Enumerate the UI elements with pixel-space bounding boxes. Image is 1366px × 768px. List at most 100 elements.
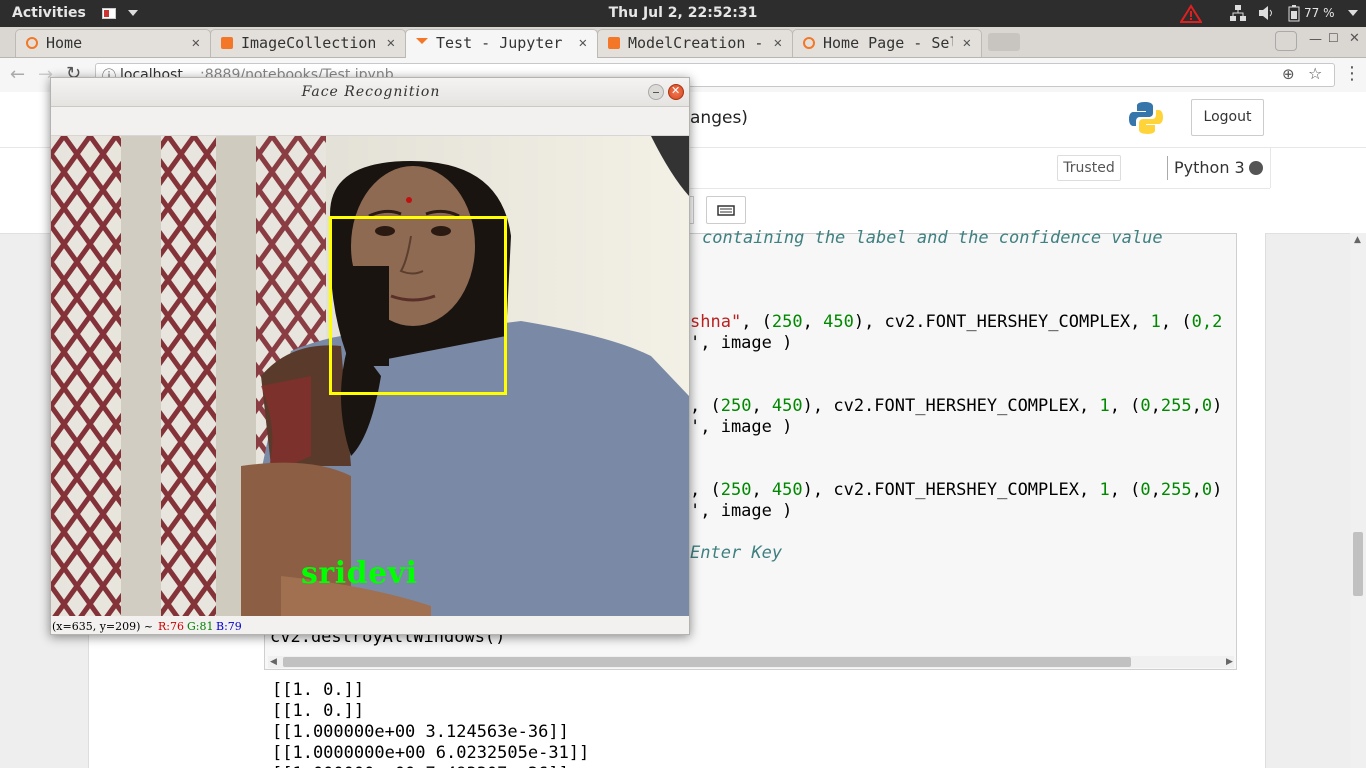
code-line[interactable]: ', image )	[690, 417, 792, 437]
code-token: , (	[741, 312, 772, 332]
tab-label: Home Page - Sel	[823, 34, 953, 52]
code-token: 1	[1150, 312, 1161, 332]
hourglass-icon	[416, 38, 428, 44]
code-line[interactable]: ', image )	[690, 333, 792, 353]
code-token: ,	[1150, 480, 1161, 500]
back-arrow-icon[interactable]: ←	[10, 64, 25, 85]
code-token: ), cv2.FONT_HERSHEY_COMPLEX,	[853, 312, 1151, 332]
zoom-icon[interactable]: ⊕	[1282, 65, 1295, 83]
notebook-icon	[608, 37, 620, 49]
kernel-busy-indicator-icon	[1249, 161, 1263, 175]
pixel-red: R:76	[158, 620, 184, 633]
close-window-icon[interactable]: ✕	[1349, 31, 1360, 46]
tab-label: ModelCreation -	[628, 34, 762, 52]
code-token: 1	[1099, 480, 1110, 500]
close-icon[interactable]: ✕	[387, 35, 395, 51]
code-token: )	[1212, 396, 1223, 416]
code-token: , (	[690, 480, 721, 500]
trusted-indicator[interactable]: Trusted	[1057, 155, 1121, 181]
network-icon[interactable]	[1229, 4, 1247, 22]
face-detection-box	[329, 216, 507, 395]
clock[interactable]: Thu Jul 2, 22:52:31	[0, 5, 1366, 21]
scroll-left-icon[interactable]: ◀	[270, 657, 277, 667]
tab-test-jupyter[interactable]: Test - Jupyter ✕	[405, 29, 598, 58]
code-token: 0	[1201, 480, 1213, 500]
window-title: Face Recognition	[301, 84, 441, 100]
code-token: ,	[1150, 396, 1161, 416]
gnome-top-bar: Activities Thu Jul 2, 22:52:31 77 %	[0, 0, 1366, 27]
tab-label: ImageCollection	[241, 34, 375, 52]
camera-frame[interactable]: sridevi	[51, 136, 689, 616]
jupyter-icon	[26, 37, 38, 49]
new-tab-button[interactable]	[988, 33, 1020, 51]
vertical-scrollbar[interactable]	[1350, 233, 1366, 768]
code-token: 255	[1160, 480, 1192, 500]
code-token: ,	[802, 312, 824, 332]
code-token: 0	[1201, 396, 1213, 416]
close-icon[interactable]: ✕	[192, 35, 200, 51]
code-token: )	[1212, 480, 1223, 500]
code-token: 1	[1099, 396, 1110, 416]
code-token: 450	[823, 312, 854, 332]
tab-imagecollection[interactable]: ImageCollection ✕	[210, 29, 406, 57]
close-icon[interactable]: ✕	[774, 35, 782, 51]
scroll-up-icon[interactable]: ▲	[1354, 235, 1361, 245]
close-icon[interactable]: ✕	[579, 35, 587, 51]
code-line[interactable]: , (250, 450), cv2.FONT_HERSHEY_COMPLEX, …	[690, 396, 1222, 416]
pixel-coords: (x=635, y=209) ~	[52, 620, 154, 633]
minimize-icon[interactable]	[648, 84, 664, 100]
profile-icon[interactable]	[1275, 31, 1297, 51]
battery-percent: 77 %	[1304, 6, 1335, 20]
tab-home[interactable]: Home ✕	[15, 29, 211, 57]
code-token: 250	[720, 480, 752, 500]
recognized-name-label: sridevi	[301, 556, 418, 591]
logout-button[interactable]: Logout	[1191, 99, 1264, 136]
minimize-icon[interactable]: —	[1309, 32, 1322, 47]
code-line[interactable]: containing the label and the confidence …	[702, 228, 1163, 248]
window-titlebar[interactable]: Face Recognition ✕	[51, 78, 689, 107]
close-icon[interactable]: ✕	[963, 35, 971, 51]
window-statusbar: (x=635, y=209) ~ R:76 G:81 B:79	[51, 618, 689, 635]
bookmark-star-icon[interactable]: ☆	[1308, 64, 1322, 83]
battery-icon[interactable]	[1288, 4, 1300, 22]
code-line[interactable]: Enter Key	[690, 543, 782, 563]
tab-home-page[interactable]: Home Page - Sel ✕	[792, 29, 982, 57]
vertical-scrollbar-thumb[interactable]	[1353, 532, 1363, 596]
code-line[interactable]: , (250, 450), cv2.FONT_HERSHEY_COMPLEX, …	[690, 480, 1222, 500]
output-line: [[1.000000e+00 3.124563e-36]]	[272, 722, 569, 742]
notebook-title-fragment[interactable]: anges)	[690, 108, 748, 128]
code-token: 0	[1140, 480, 1151, 500]
code-token: ,	[1191, 396, 1202, 416]
horizontal-scrollbar-thumb[interactable]	[283, 657, 1131, 667]
code-token: ', image )	[690, 501, 793, 521]
system-menu-chevron-icon[interactable]	[1348, 10, 1358, 16]
divider	[1270, 148, 1271, 188]
code-token: ), cv2.FONT_HERSHEY_COMPLEX,	[802, 480, 1100, 500]
code-token: ,	[751, 480, 772, 500]
close-icon[interactable]: ✕	[668, 84, 684, 100]
code-token: 0	[1191, 312, 1202, 332]
tab-label: Home	[46, 34, 83, 52]
code-token: ,	[751, 396, 772, 416]
tab-modelcreation[interactable]: ModelCreation - ✕	[597, 29, 793, 57]
warning-icon[interactable]	[1180, 4, 1202, 24]
keyboard-icon	[717, 205, 735, 216]
maximize-icon[interactable]: ☐	[1328, 31, 1339, 45]
face-recognition-window[interactable]: Face Recognition ✕ sridevi (x=635, y=209…	[50, 77, 690, 635]
code-token: 250	[720, 396, 752, 416]
scroll-right-icon[interactable]: ▶	[1226, 657, 1233, 667]
code-line[interactable]: shna", (250, 450), cv2.FONT_HERSHEY_COMP…	[690, 312, 1222, 332]
volume-icon[interactable]	[1257, 4, 1275, 22]
code-token: , (	[1160, 312, 1192, 332]
menu-dots-icon[interactable]: ⋮	[1343, 63, 1361, 84]
code-comment: Enter Key	[690, 543, 783, 563]
code-line[interactable]: ', image )	[690, 501, 792, 521]
command-palette-button[interactable]	[706, 196, 746, 224]
window-toolbar	[51, 107, 689, 136]
code-token: 255	[1160, 396, 1192, 416]
browser-tab-bar: Home ✕ ImageCollection ✕ Test - Jupyter …	[0, 27, 1366, 58]
code-token: 250	[771, 312, 803, 332]
code-token: ', image )	[690, 333, 793, 353]
code-token: , (	[1109, 480, 1141, 500]
kernel-name[interactable]: Python 3	[1167, 156, 1245, 180]
